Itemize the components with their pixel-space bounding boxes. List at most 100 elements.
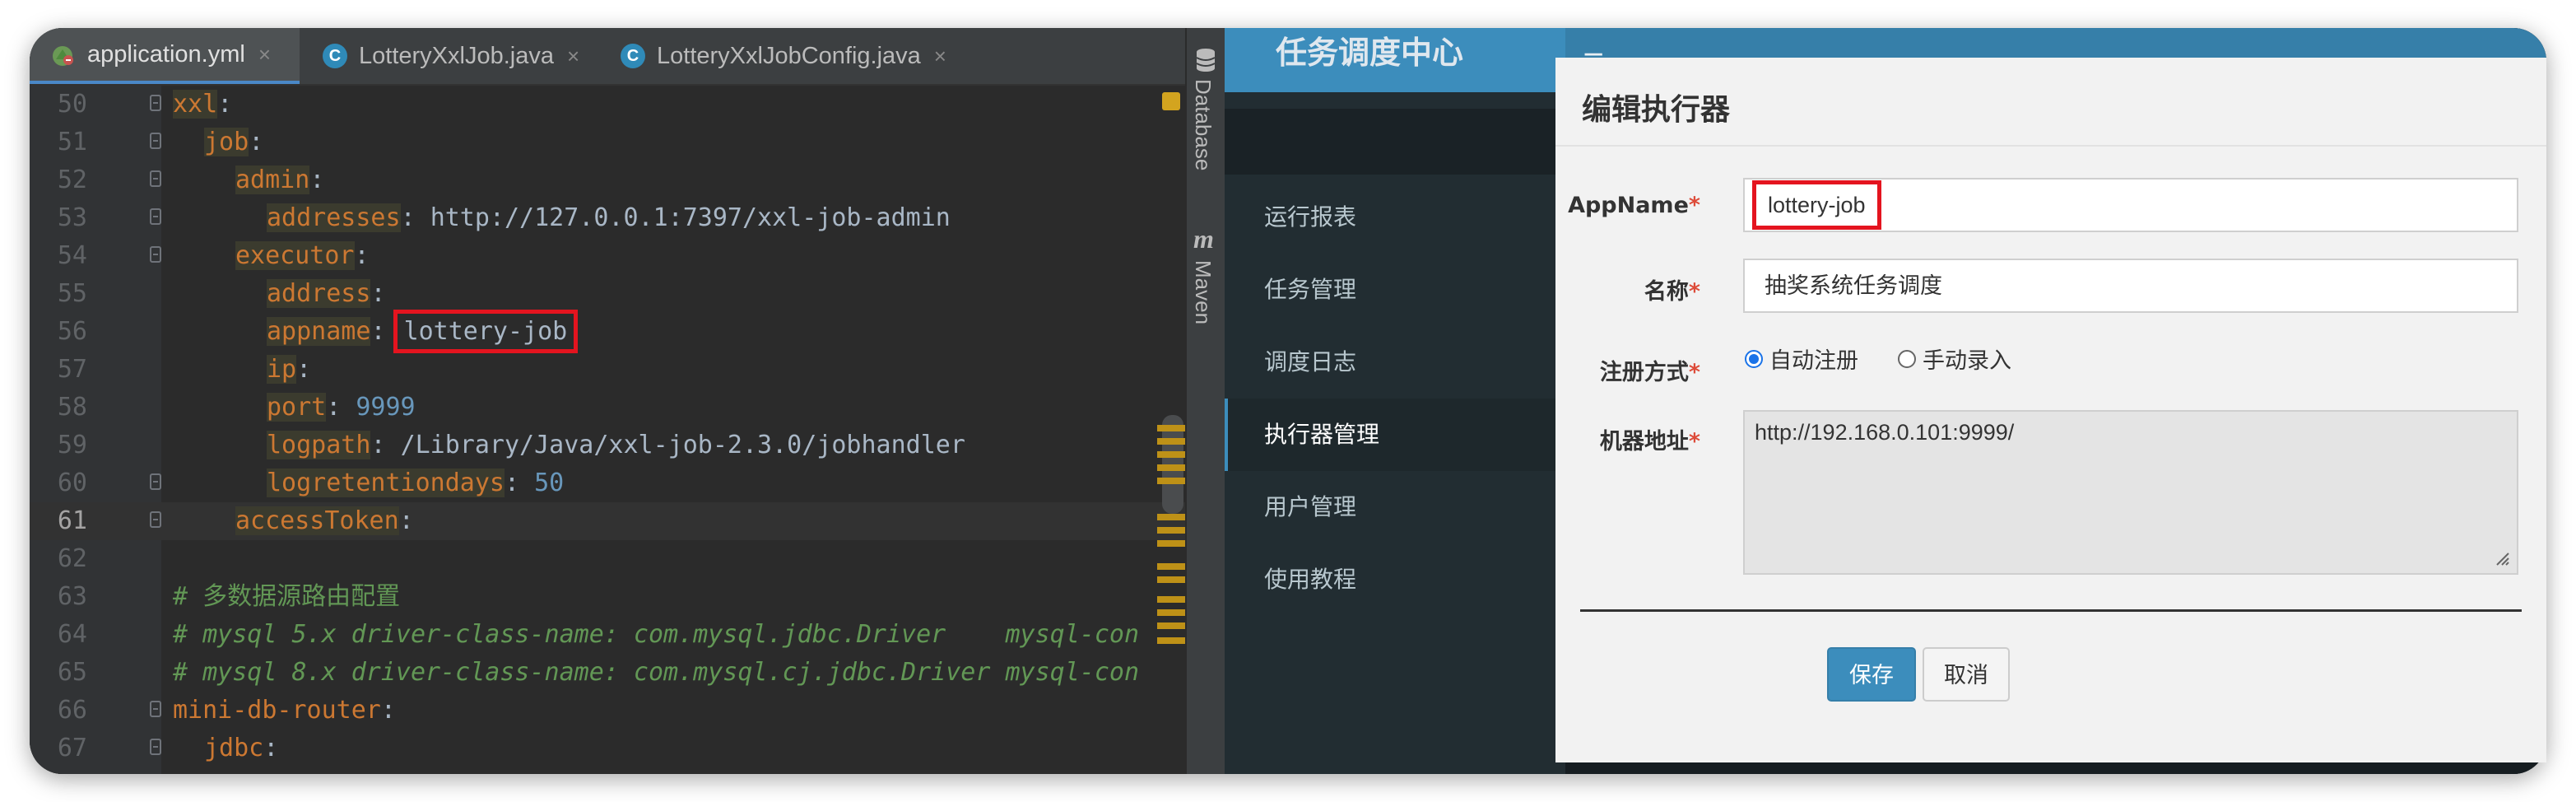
error-stripe-mark[interactable]: [1157, 576, 1187, 583]
yaml-key: logpath: [267, 431, 371, 459]
error-stripe-mark[interactable]: [1157, 637, 1187, 644]
error-stripe-mark[interactable]: [1157, 596, 1187, 603]
error-stripe-mark[interactable]: [1157, 563, 1187, 570]
sidebar-item-logs[interactable]: 调度日志: [1225, 326, 1565, 399]
radio-auto-register[interactable]: 自动注册: [1745, 343, 1858, 375]
database-tool-button[interactable]: Database: [1190, 79, 1216, 170]
fold-icon[interactable]: [150, 133, 161, 149]
code-line: 58 port: 9999: [30, 389, 1185, 427]
line-number: 64: [57, 620, 87, 649]
line-number: 63: [57, 582, 87, 611]
error-stripe-mark[interactable]: [1157, 527, 1187, 534]
yaml-key: accessToken: [235, 506, 399, 535]
yaml-comment: # 多数据源路由配置: [173, 582, 401, 611]
error-stripe-mark[interactable]: [1157, 609, 1187, 616]
error-stripe-mark[interactable]: [1157, 478, 1187, 484]
save-button[interactable]: 保存: [1827, 647, 1916, 702]
line-number: 62: [57, 544, 87, 573]
code-area[interactable]: 50 xxl: 51 job: 52 admin: 53 addresses: …: [30, 86, 1185, 774]
code-line: 67 jdbc:: [30, 730, 1185, 767]
tab-lotteryxxljob-java[interactable]: C LotteryXxlJob.java ×: [323, 28, 579, 84]
yaml-colon: :: [326, 393, 356, 422]
code-line: 62: [30, 540, 1185, 578]
yaml-colon: :: [296, 355, 312, 384]
line-number: 56: [57, 317, 87, 346]
code-line: 50 xxl:: [30, 86, 1185, 124]
divider: [1580, 609, 2522, 612]
yaml-value: 9999: [356, 393, 416, 422]
fold-icon[interactable]: [150, 739, 161, 755]
appname-input[interactable]: lottery-job: [1743, 178, 2518, 232]
tab-label: application.yml: [87, 40, 245, 68]
fold-icon[interactable]: [150, 511, 161, 528]
code-line: 57 ip:: [30, 351, 1185, 389]
line-number: 54: [57, 241, 87, 270]
fold-icon[interactable]: [150, 246, 161, 263]
sidebar-item-tutorial[interactable]: 使用教程: [1225, 543, 1565, 616]
fold-icon[interactable]: [150, 701, 161, 717]
sidebar-item-executors[interactable]: 执行器管理: [1225, 399, 1565, 471]
editor-tab-bar: application.yml × C LotteryXxlJob.java ×…: [30, 28, 1190, 86]
line-number: 66: [57, 696, 87, 725]
line-number: 51: [57, 128, 87, 156]
yaml-key: xxl: [173, 90, 218, 119]
error-stripe-mark[interactable]: [1157, 425, 1187, 431]
code-line: 56 appname: lottery-job: [30, 310, 1185, 353]
address-textarea[interactable]: http://192.168.0.101:9999/: [1743, 410, 2518, 575]
yaml-colon: :: [249, 128, 264, 156]
yaml-colon: :: [217, 90, 233, 119]
appname-input-highlight: lottery-job: [1752, 180, 1881, 230]
sidebar-item-report[interactable]: 运行报表: [1225, 181, 1565, 254]
yaml-colon: :: [504, 469, 535, 497]
fold-icon[interactable]: [150, 95, 161, 111]
java-class-icon: C: [621, 44, 645, 68]
maven-tool-button[interactable]: Maven: [1190, 260, 1216, 324]
error-stripe-mark[interactable]: [1157, 438, 1187, 445]
close-icon[interactable]: ×: [567, 44, 579, 69]
sidebar-item-users[interactable]: 用户管理: [1225, 471, 1565, 543]
yaml-key: admin: [235, 166, 310, 194]
tab-application-yml[interactable]: application.yml ×: [30, 28, 300, 84]
yaml-key: logretentiondays: [267, 469, 505, 497]
yaml-value: /Library/Java/xxl-job-2.3.0/jobhandler: [400, 431, 965, 459]
yaml-key: mini-db-router: [173, 696, 381, 725]
error-stripe-mark[interactable]: [1157, 622, 1187, 629]
yaml-colon: :: [370, 317, 401, 346]
yaml-colon: :: [380, 696, 396, 725]
fold-icon[interactable]: [150, 208, 161, 225]
modal-title: 编辑执行器: [1582, 93, 1731, 127]
code-line: 66 mini-db-router:: [30, 692, 1185, 730]
maven-icon: m: [1193, 224, 1214, 254]
error-stripe-mark[interactable]: [1157, 514, 1187, 520]
radio-manual-entry[interactable]: 手动录入: [1898, 343, 2011, 375]
code-line: 59 logpath: /Library/Java/xxl-job-2.3.0/…: [30, 427, 1185, 464]
tool-window-strip: Database m Maven: [1185, 28, 1226, 774]
admin-brand[interactable]: 任务调度中心: [1225, 28, 1565, 92]
fold-icon[interactable]: [150, 170, 161, 187]
error-stripe-mark[interactable]: [1157, 451, 1187, 458]
warning-marker-icon[interactable]: [1162, 92, 1180, 110]
tab-label: LotteryXxlJob.java: [359, 42, 554, 69]
database-icon: [1196, 49, 1216, 72]
ide-editor: application.yml × C LotteryXxlJob.java ×…: [30, 28, 1190, 774]
error-stripe-mark[interactable]: [1157, 540, 1187, 547]
close-icon[interactable]: ×: [934, 44, 946, 69]
yaml-key: address: [267, 279, 371, 308]
appname-label: AppName*: [1568, 193, 1700, 218]
tab-lotteryxxljobconfig-java[interactable]: C LotteryXxlJobConfig.java ×: [621, 28, 946, 84]
close-icon[interactable]: ×: [258, 42, 271, 68]
yaml-colon: :: [309, 166, 325, 194]
sidebar-search[interactable]: [1225, 109, 1565, 175]
line-number: 55: [57, 279, 87, 308]
code-line: 63 # 多数据源路由配置: [30, 578, 1185, 616]
resize-handle-icon[interactable]: [2494, 550, 2510, 567]
line-number: 65: [57, 658, 87, 687]
cancel-button[interactable]: 取消: [1923, 647, 2010, 702]
line-number: 67: [57, 734, 87, 762]
error-stripe-mark[interactable]: [1157, 464, 1187, 471]
fold-icon[interactable]: [150, 473, 161, 490]
line-number: 52: [57, 166, 87, 194]
sidebar-item-jobs[interactable]: 任务管理: [1225, 254, 1565, 326]
code-line: 55 address:: [30, 275, 1185, 313]
name-input[interactable]: 抽奖系统任务调度: [1743, 259, 2518, 313]
